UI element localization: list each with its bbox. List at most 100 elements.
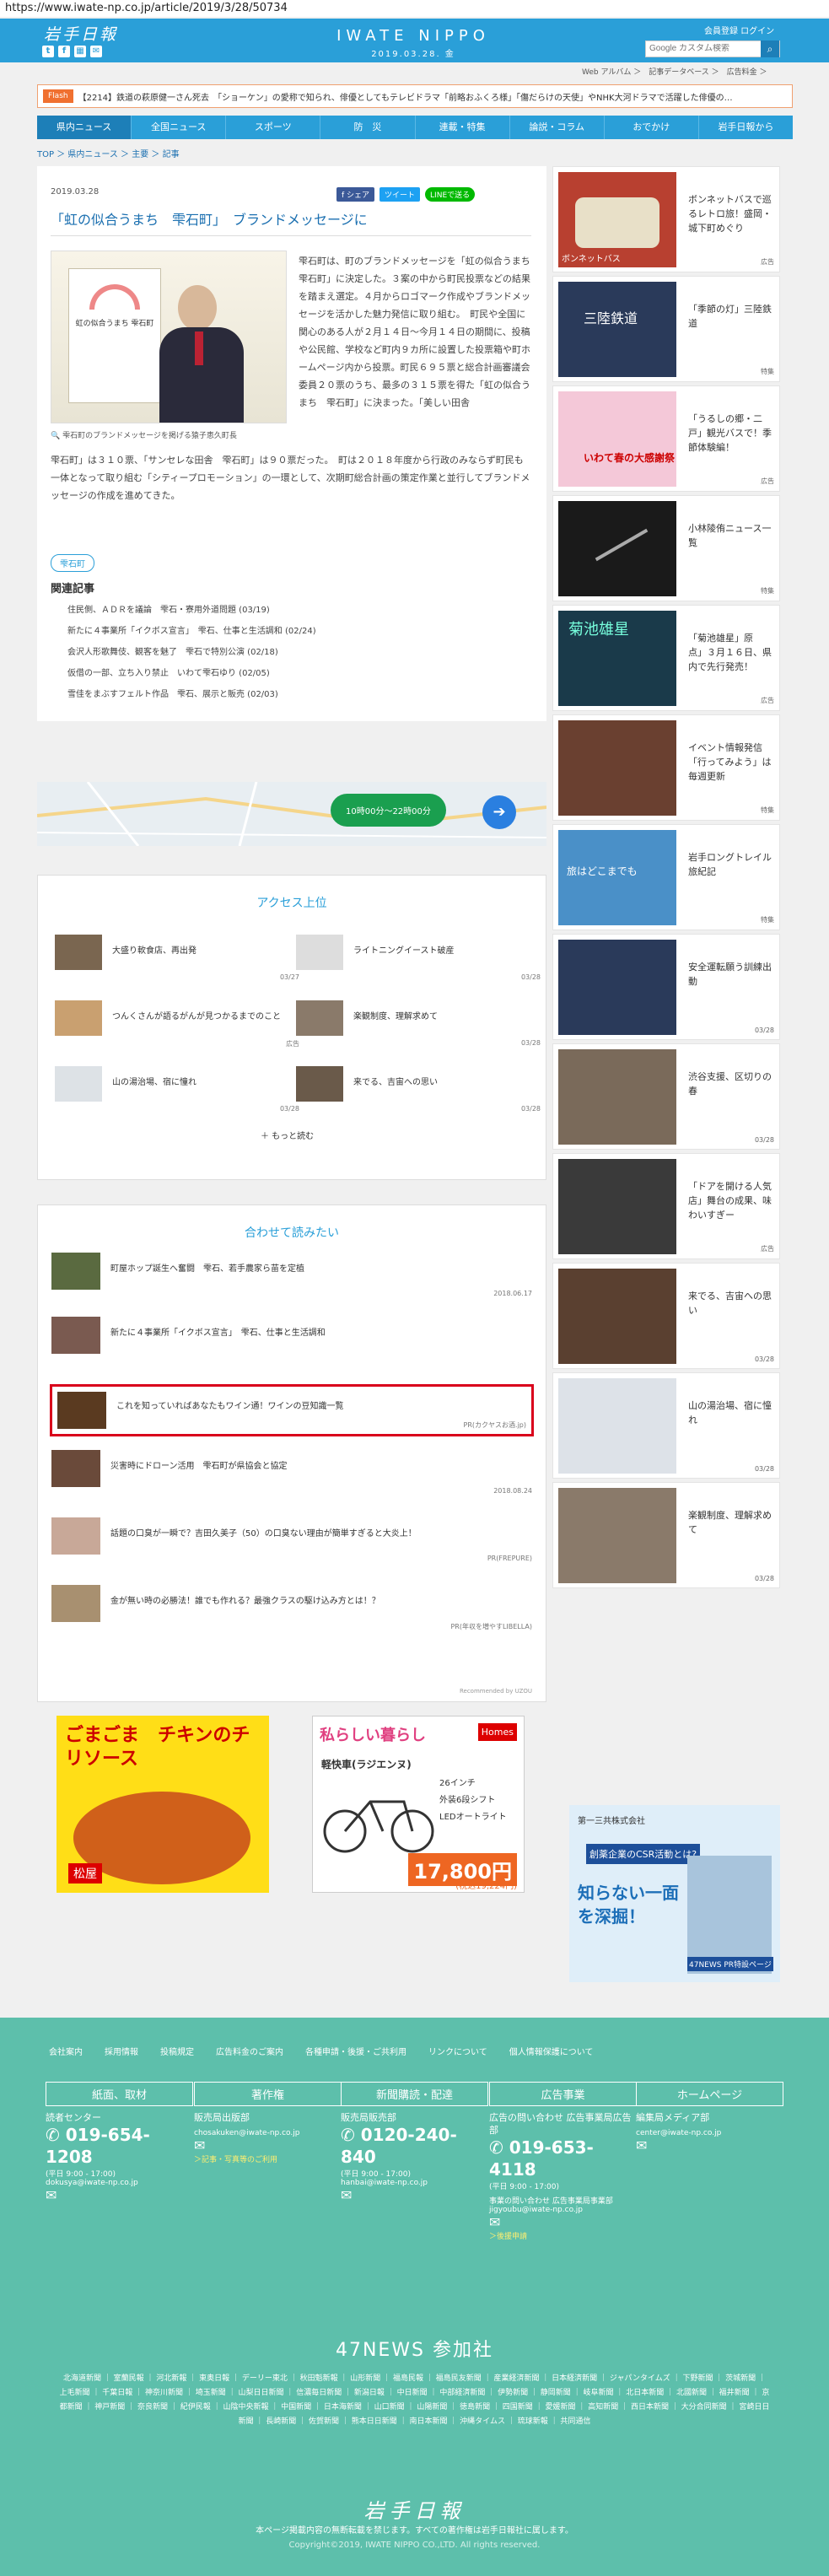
mail-icon[interactable]: ✉	[90, 46, 102, 57]
sidebar-title[interactable]: 岩手ロングトレイル旅紀記	[688, 850, 776, 879]
footer-link[interactable]: 広告料金のご案内	[216, 2045, 283, 2057]
ranking-title[interactable]: 山の湯治場、宿に憧れ	[112, 1075, 281, 1087]
recommended-title[interactable]: 新たに４事業所「イクボス宣言」 雫石、仕事と生活調和	[110, 1325, 326, 1338]
recommended-title[interactable]: 災害時にドローン活用 雫石町が県協会と協定	[110, 1458, 288, 1471]
sidebar-title[interactable]: 山の湯治場、宿に憧れ	[688, 1398, 776, 1427]
sidebar-title[interactable]: 「うるしの郷・二戸」観光バスで！季節体験編！	[688, 412, 776, 455]
footer-mail[interactable]: chosakuken@iwate-np.co.jp	[194, 2129, 342, 2137]
sidebar-title[interactable]: 安全運転願う訓練出動	[688, 960, 776, 989]
mail-icon[interactable]: ✉	[489, 2214, 637, 2230]
footer-extra-link[interactable]: ＞後援申請	[489, 2230, 637, 2241]
footer-link[interactable]: 投稿規定	[160, 2045, 194, 2057]
news-ticker[interactable]: Flash 【2214】鉄道の萩原健一さん死去 「ショーケン」の愛称で知られ、俳…	[37, 84, 793, 108]
tag-shizukuishi[interactable]: 雫石町	[51, 554, 94, 572]
footer-phone[interactable]: ✆ 0120-240-840	[341, 2124, 488, 2168]
sidebar-item[interactable]: 旅はどこまでも 岩手ロングトレイル旅紀記 特集	[552, 824, 780, 930]
footer-phone[interactable]: ✆ 019-654-1208	[46, 2124, 193, 2168]
sidebar-title[interactable]: 小林陵侑ニュース一覧	[688, 521, 776, 550]
mail-icon[interactable]: ✉	[341, 2187, 488, 2203]
ranking-item[interactable]: ライトニングイースト破産 03/28	[296, 935, 541, 985]
ticker-text[interactable]: 【2214】鉄道の萩原健一さん死去 「ショーケン」の愛称で知られ、俳優としてもテ…	[78, 90, 733, 103]
recommended-item[interactable]: 町屋ホップ誕生へ奮闘 雫石、若手農家ら苗を定植 2018.06.17	[51, 1253, 532, 1307]
sidebar-item[interactable]: 三陸鉄道 「季節の灯」三陸鉄道 特集	[552, 276, 780, 382]
related-link[interactable]: 住民側、ＡＤＲを議論 雫石・寮用外道問題 (03/19)	[67, 600, 316, 621]
nav-item[interactable]: スポーツ	[226, 116, 321, 139]
nav-item[interactable]: おでかけ	[605, 116, 699, 139]
sidebar-title[interactable]: 「菊池雄星」原 点」３月１６日、県内で先行発売！	[688, 631, 776, 674]
footer-link[interactable]: 個人情報保護について	[509, 2045, 594, 2057]
hours-button[interactable]: 10時00分～22時00分	[331, 794, 446, 827]
ranking-item[interactable]: つんくさんが語るがんが見つかるまでのこと 広告	[55, 1000, 299, 1051]
sidebar-title[interactable]: 「ドアを開ける人気店」舞台の成果、味わいすぎー	[688, 1179, 776, 1222]
utility-links[interactable]: Web アルバム ＞ 記事データベース ＞ 広告料金 ＞	[582, 66, 767, 77]
article-photo[interactable]: 虹の似合うまち 雫石町	[51, 251, 287, 423]
footer-phone-number[interactable]: 0120-240-840	[341, 2125, 457, 2167]
recommended-title[interactable]: 町屋ホップ誕生へ奮闘 雫石、若手農家ら苗を定植	[110, 1261, 304, 1274]
related-link[interactable]: 新たに４事業所「イクボス宣言」 雫石、仕事と生活調和 (02/24)	[67, 621, 316, 642]
ranking-title[interactable]: 大盛り軟食店、再出発	[112, 943, 281, 956]
footer-link[interactable]: 採用情報	[105, 2045, 138, 2057]
sidebar-item[interactable]: 渋谷支援、区切りの春 03/28	[552, 1043, 780, 1150]
sidebar-title[interactable]: 来でる、吉宙への思い	[688, 1289, 776, 1318]
footer-phone-number[interactable]: 019-654-1208	[46, 2125, 150, 2167]
sidebar-title[interactable]: 渋谷支援、区切りの春	[688, 1070, 776, 1098]
ranking-title[interactable]: ライトニングイースト破産	[353, 943, 522, 956]
footer-link[interactable]: 各種申請・後援・ご共利用	[305, 2045, 406, 2057]
site-logo[interactable]: 岩手日報	[44, 22, 118, 45]
mail-icon[interactable]: ✉	[46, 2187, 193, 2203]
sidebar-item[interactable]: 楽観制度、理解求めて 03/28	[552, 1482, 780, 1588]
tweet-button[interactable]: ツイート	[380, 187, 421, 202]
sidebar-item[interactable]: ボンネットバス ボンネットバスで巡るレトロ旅！盛岡・城下町めぐり 広告	[552, 166, 780, 272]
mail-icon[interactable]: ✉	[636, 2137, 783, 2153]
map-widget[interactable]: 10時00分～22時00分 ➔	[37, 782, 546, 846]
recommended-item[interactable]: 話題の口臭が一瞬で？吉田久美子（50）の口臭ない理由が簡単すぎると大炎上！ PR…	[51, 1517, 532, 1571]
footer-mail[interactable]: 事業の問い合わせ 広告事業局事業部 jigyoubu@iwate-np.co.j…	[489, 2195, 637, 2214]
footer-mail[interactable]: center@iwate-np.co.jp	[636, 2129, 783, 2137]
sidebar-item[interactable]: 菊池雄星 「菊池雄星」原 点」３月１６日、県内で先行発売！ 広告	[552, 605, 780, 711]
sidebar-item[interactable]: いわて春の大感謝祭 「うるしの郷・二戸」観光バスで！季節体験編！ 広告	[552, 385, 780, 492]
footer-link[interactable]: 会社案内	[49, 2045, 83, 2057]
twitter-icon[interactable]: t	[42, 46, 54, 57]
directions-icon[interactable]: ➔	[482, 795, 516, 829]
related-link[interactable]: 雪佳をまぶすフェルト作品 雫石、展示と販売 (02/03)	[67, 684, 316, 705]
login-links[interactable]: 会員登録 ログイン	[704, 24, 774, 36]
sidebar-title[interactable]: 楽観制度、理解求めて	[688, 1508, 776, 1537]
footer-link[interactable]: リンクについて	[428, 2045, 487, 2057]
grid-icon[interactable]: ▦	[74, 46, 86, 57]
nav-item[interactable]: 全国ニュース	[132, 116, 227, 139]
recommended-title[interactable]: 話題の口臭が一瞬で？吉田久美子（50）の口臭ない理由が簡単すぎると大炎上！	[110, 1526, 417, 1539]
nav-item[interactable]: 防 災	[320, 116, 416, 139]
related-link[interactable]: 会沢人形歌舞伎、観客を魅了 雫石で特別公演 (02/18)	[67, 642, 316, 663]
ranking-title[interactable]: つんくさんが語るがんが見つかるまでのこと	[112, 1009, 281, 1021]
ranking-item[interactable]: 楽観制度、理解求めて 03/28	[296, 1000, 541, 1051]
47news-papers[interactable]: 北海道新聞 ｜ 室蘭民報 ｜ 河北新報 ｜ 東奥日報 ｜ デーリー東北 ｜ 秋田…	[59, 2372, 770, 2429]
sidebar-item[interactable]: 来でる、吉宙への思い 03/28	[552, 1263, 780, 1369]
sidebar-item[interactable]: 小林陵侑ニュース一覧 特集	[552, 495, 780, 601]
ranking-item[interactable]: 大盛り軟食店、再出発 03/27	[55, 935, 299, 985]
mail-icon[interactable]: ✉	[194, 2137, 342, 2153]
ranking-item[interactable]: 来でる、吉宙への思い 03/28	[296, 1066, 541, 1117]
nav-item[interactable]: 連載・特集	[416, 116, 510, 139]
footer-extra-link[interactable]: ＞記事・写真等のご利用	[194, 2153, 342, 2164]
recommended-item[interactable]: 金が無い時の必勝法！誰でも作れる？最強クラスの駆け込み方とは！？ PR(年収を増…	[51, 1585, 532, 1639]
ranking-title[interactable]: 楽観制度、理解求めて	[353, 1009, 522, 1021]
footer-phone[interactable]: ✆ 019-653-4118	[489, 2137, 637, 2180]
ad-homes-bicycle[interactable]: 私らしい暮らし Homes 軽快車(ラジエンヌ) 26インチ 外装6段シフト LED…	[312, 1716, 525, 1893]
line-share-button[interactable]: LINEで送る	[425, 187, 476, 202]
ad-daiichi-sankyo[interactable]: 第一三共株式会社 創薬企業のCSR活動とは? 知らない一面を深掘！ 47NEWS…	[569, 1805, 780, 1982]
recommended-title[interactable]: これを知っていればあなたもワイン通！ワインの豆知識一覧	[116, 1398, 344, 1411]
footer-logo[interactable]: 岩手日報	[0, 2494, 829, 2524]
search-icon[interactable]: ⌕	[761, 40, 779, 57]
recommended-item-highlighted[interactable]: これを知っていればあなたもワイン通！ワインの豆知識一覧 PR(カクヤスお酒.jp…	[50, 1384, 534, 1436]
sidebar-title[interactable]: イベント情報発信「行ってみよう」は毎週更新	[688, 741, 776, 784]
footer-mail[interactable]: dokusya@iwate-np.co.jp	[46, 2179, 193, 2187]
sidebar-title[interactable]: ボンネットバスで巡るレトロ旅！盛岡・城下町めぐり	[688, 192, 776, 235]
footer-mail[interactable]: hanbai@iwate-np.co.jp	[341, 2179, 488, 2187]
recommended-title[interactable]: 金が無い時の必勝法！誰でも作れる？最強クラスの駆け込み方とは！？	[110, 1593, 380, 1606]
sidebar-item[interactable]: 「ドアを開ける人気店」舞台の成果、味わいすぎー 広告	[552, 1153, 780, 1259]
footer-phone-number[interactable]: 019-653-4118	[489, 2137, 594, 2180]
nav-item[interactable]: 県内ニュース	[37, 116, 132, 139]
sidebar-title[interactable]: 「季節の灯」三陸鉄道	[688, 302, 776, 331]
ad-matsuya[interactable]: ごまごま チキンのチリソース 松屋	[57, 1716, 269, 1893]
read-more-button[interactable]: ＋ もっと読む	[261, 1129, 314, 1141]
